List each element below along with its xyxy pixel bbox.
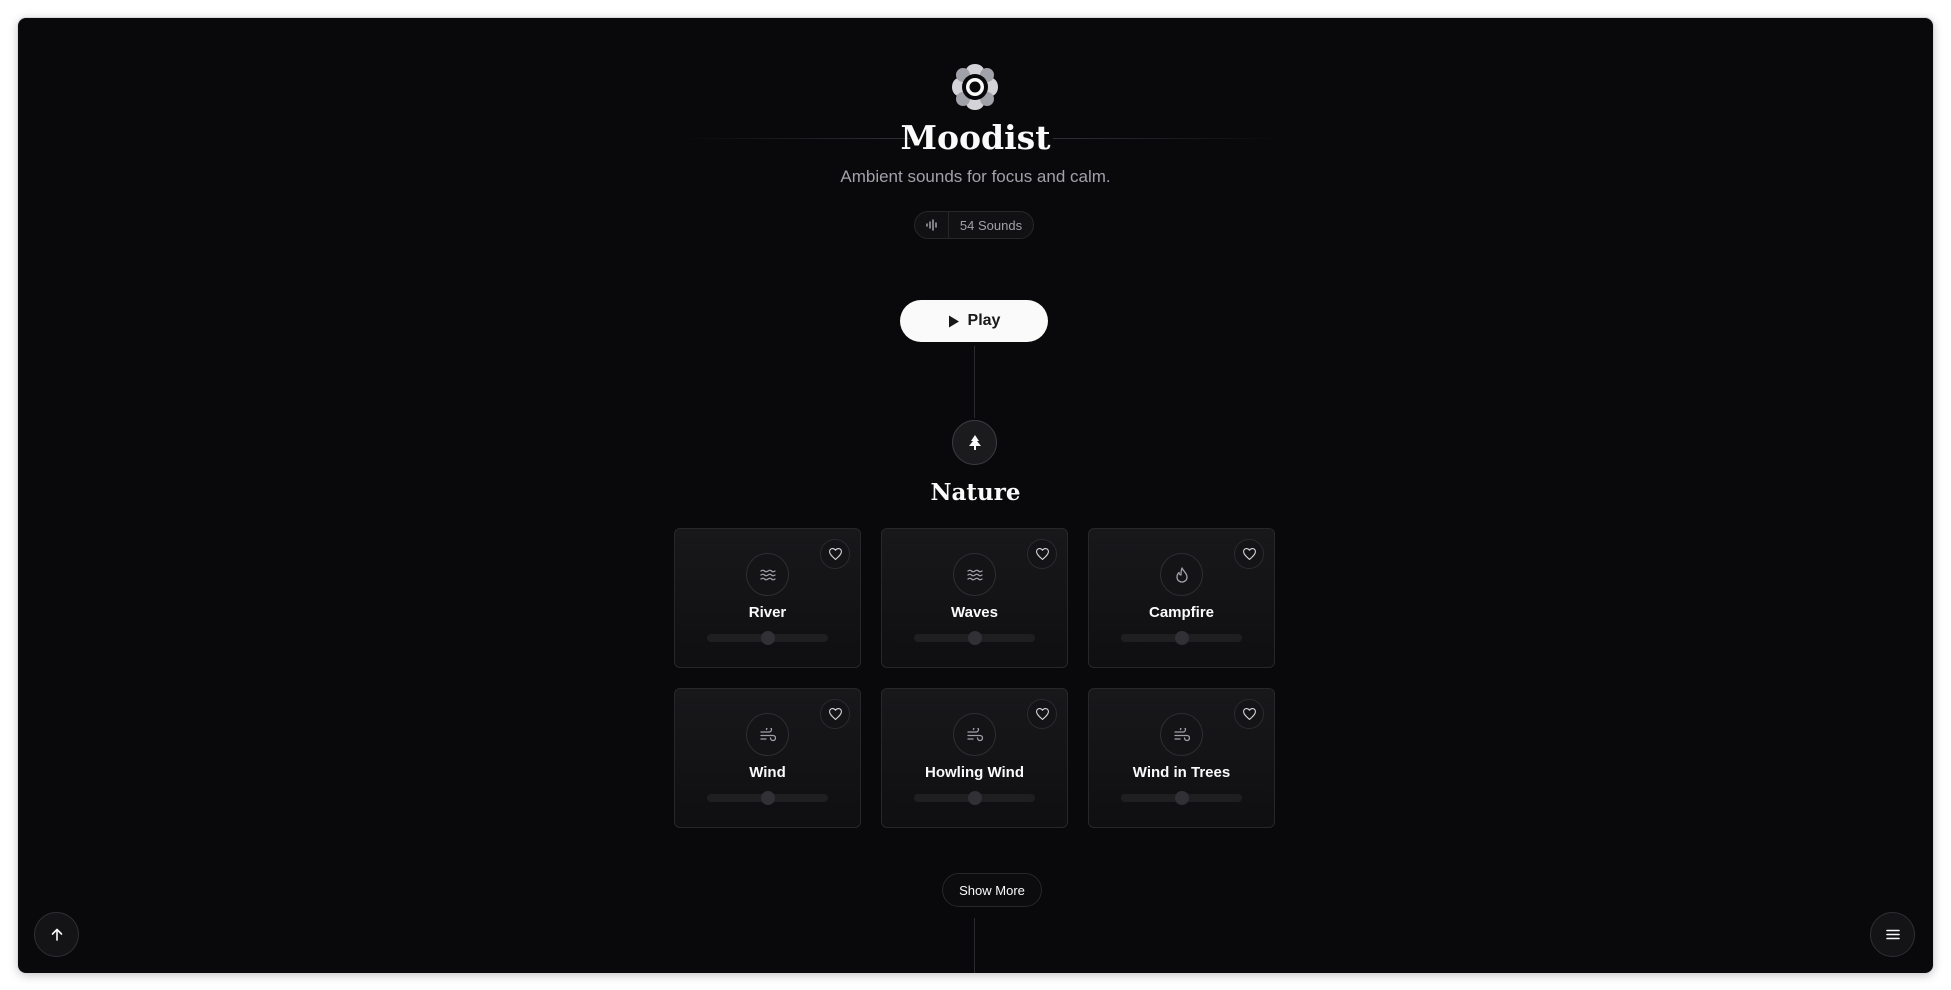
slider-thumb[interactable] — [1174, 631, 1189, 645]
sound-card-wind-in-trees[interactable]: Wind in Trees — [1088, 688, 1275, 828]
volume-slider[interactable] — [914, 631, 1035, 645]
sound-wave-icon — [915, 212, 949, 238]
slider-thumb[interactable] — [967, 631, 982, 645]
heart-icon[interactable] — [1027, 539, 1057, 569]
arrow-up-icon — [51, 928, 62, 941]
volume-slider[interactable] — [914, 791, 1035, 805]
slider-thumb[interactable] — [967, 791, 982, 805]
volume-slider[interactable] — [1121, 631, 1242, 645]
scroll-to-top-button[interactable] — [34, 912, 79, 957]
heart-icon[interactable] — [1234, 699, 1264, 729]
slider-thumb[interactable] — [760, 631, 775, 645]
wind-icon — [1160, 713, 1203, 756]
app-title: Moodist — [900, 118, 1051, 157]
volume-slider[interactable] — [1121, 791, 1242, 805]
sound-label: River — [748, 604, 787, 621]
connector-line-top — [974, 346, 975, 418]
volume-slider[interactable] — [707, 791, 828, 805]
title-row: Moodist — [18, 116, 1933, 160]
menu-icon — [1885, 929, 1900, 940]
flame-icon — [1160, 553, 1203, 596]
heart-icon[interactable] — [1234, 539, 1264, 569]
title-divider-right — [1053, 138, 1285, 139]
show-more-button[interactable]: Show More — [942, 873, 1042, 907]
volume-slider[interactable] — [707, 631, 828, 645]
sound-label: Howling Wind — [924, 764, 1024, 781]
waves-icon — [953, 553, 996, 596]
menu-button[interactable] — [1870, 912, 1915, 957]
water-icon — [746, 553, 789, 596]
sound-count-badge: 54 Sounds — [914, 211, 1034, 239]
sound-card-howling-wind[interactable]: Howling Wind — [881, 688, 1068, 828]
tree-icon — [952, 420, 997, 465]
slider-thumb[interactable] — [760, 791, 775, 805]
moodist-logo-icon — [952, 64, 998, 110]
category-title: Nature — [930, 479, 1021, 506]
sound-card-campfire[interactable]: Campfire — [1088, 528, 1275, 668]
sound-label: Wind — [749, 764, 786, 781]
play-button-label: Play — [967, 312, 1001, 329]
heart-icon[interactable] — [820, 539, 850, 569]
sound-count-text: 54 Sounds — [959, 217, 1023, 233]
connector-line-bottom — [974, 918, 975, 973]
sound-label: Waves — [951, 604, 998, 621]
play-button[interactable]: Play — [900, 300, 1048, 342]
heart-icon[interactable] — [820, 699, 850, 729]
wind-icon — [746, 713, 789, 756]
sound-card-river[interactable]: River — [674, 528, 861, 668]
wind-icon — [953, 713, 996, 756]
heart-icon[interactable] — [1027, 699, 1057, 729]
play-icon — [948, 315, 959, 327]
app-tagline: Ambient sounds for focus and calm. — [840, 167, 1111, 186]
sound-label: Campfire — [1148, 604, 1215, 621]
sound-card-waves[interactable]: Waves — [881, 528, 1068, 668]
app-window: Moodist Ambient sounds for focus and cal… — [18, 18, 1933, 973]
sound-label: Wind in Trees — [1132, 764, 1231, 781]
slider-thumb[interactable] — [1174, 791, 1189, 805]
sound-card-wind[interactable]: Wind — [674, 688, 861, 828]
